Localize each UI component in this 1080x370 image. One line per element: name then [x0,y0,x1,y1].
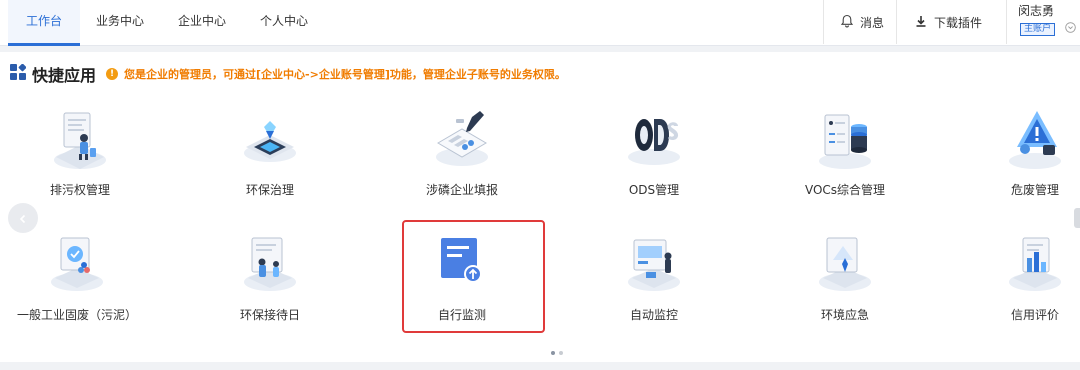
app-label: 自动监控 [629,308,678,322]
emergency-icon [819,237,871,291]
app-environmental-emergency[interactable]: 环境应急 [770,230,920,340]
app-label: 环保接待日 [239,308,300,322]
quick-apps-title: 快捷应用 [32,66,97,85]
credit-rating-icon [1009,237,1061,291]
vocs-database-icon [819,114,871,169]
ods-icon [628,119,680,165]
app-label: 涉磷企业填报 [425,183,498,197]
app-eco-governance[interactable]: 环保治理 [195,105,345,215]
eco-governance-icon [244,121,296,162]
app-emission-rights[interactable]: 排污权管理 [5,105,155,215]
bell-icon [840,14,860,31]
tab-personal-center[interactable]: 个人中心 [248,0,320,46]
app-vocs-management[interactable]: VOCs综合管理 [770,105,920,215]
download-icon [914,14,934,31]
app-label: 信用评价 [1010,308,1059,322]
app-credit-rating[interactable]: 信用评价 [960,230,1080,340]
app-label: 环境应急 [820,308,869,322]
app-label: 环保治理 [245,183,294,197]
app-label: VOCs综合管理 [804,183,886,197]
messages-button[interactable]: 消息 [840,0,884,44]
reception-day-icon [244,237,296,291]
user-name[interactable]: 闵志勇 [1018,2,1054,19]
chevron-down-icon[interactable] [1065,18,1076,37]
carousel-dot-active[interactable] [551,351,555,355]
carousel-next-button[interactable] [1074,208,1080,228]
app-industrial-solid-waste[interactable]: 一般工业固废（污泥） [2,230,152,340]
carousel-prev-button[interactable] [8,203,38,233]
form-fill-icon [436,111,488,166]
tab-enterprise-center[interactable]: 企业中心 [166,0,238,46]
tab-business-center[interactable]: 业务中心 [84,0,156,46]
divider [896,0,897,44]
office-worker-icon [54,112,106,169]
app-label: 排污权管理 [49,183,110,197]
app-hazardous-waste[interactable]: 危废管理 [960,105,1080,215]
carousel-dot[interactable] [559,351,563,355]
solid-waste-icon [51,237,103,291]
app-eco-reception-day[interactable]: 环保接待日 [195,230,345,340]
info-icon: ! [106,68,119,80]
carousel-pagination [551,351,563,355]
tab-workbench[interactable]: 工作台 [8,0,80,46]
app-label: ODS管理 [628,183,680,197]
divider [1006,0,1007,44]
download-plugin-button[interactable]: 下载插件 [914,0,982,44]
auto-monitor-icon [628,239,680,291]
divider [823,0,824,44]
messages-label: 消息 [860,15,885,30]
quick-apps-header: 快捷应用 ! 您是企业的管理员，可通过[企业中心->企业账号管理]功能，管理企业… [10,63,566,85]
selection-highlight [402,220,545,333]
download-plugin-label: 下载插件 [934,15,983,30]
top-navigation-bar: 工作台 业务中心 企业中心 个人中心 消息 下载插件 闵志勇 主账户 [0,0,1080,46]
admin-notice: ! 您是企业的管理员，可通过[企业中心->企业账号管理]功能，管理企业子账号的业… [106,66,566,82]
app-ods-management[interactable]: ODS管理 [579,105,729,215]
app-auto-monitoring[interactable]: 自动监控 [579,230,729,340]
app-label: 一般工业固废（污泥） [16,308,137,322]
admin-notice-text: 您是企业的管理员，可通过[企业中心->企业账号管理]功能，管理企业子账号的业务权… [124,68,566,81]
account-badge: 主账户 [1020,23,1056,36]
app-phosphorus-report[interactable]: 涉磷企业填报 [387,105,537,215]
grid-apps-icon [10,63,27,84]
app-label: 危废管理 [1010,183,1059,197]
hazard-warning-icon [1009,111,1061,169]
chevron-left-icon [18,209,28,228]
